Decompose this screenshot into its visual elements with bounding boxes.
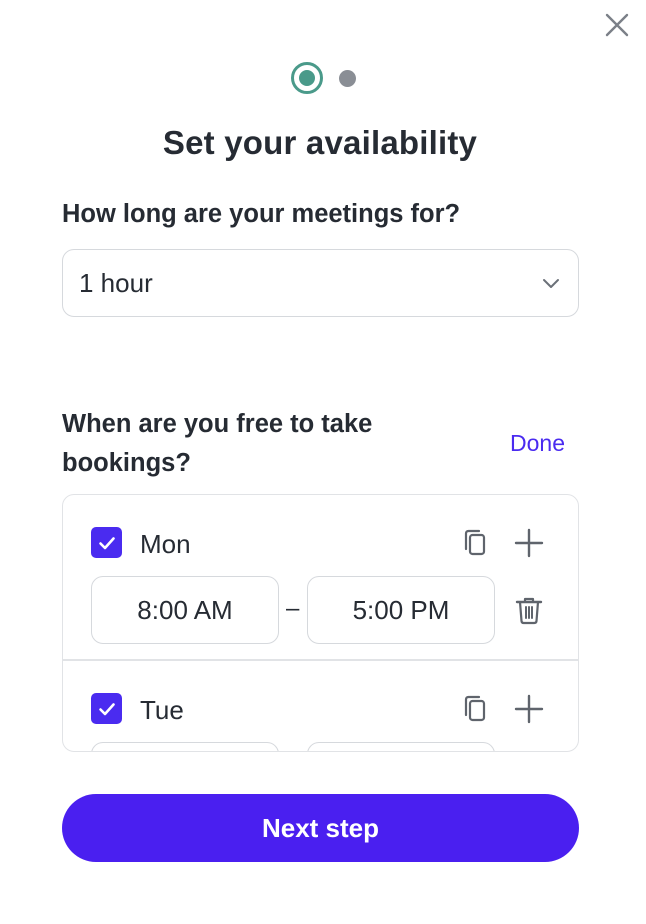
done-link[interactable]: Done [510, 430, 565, 457]
check-icon [98, 536, 115, 549]
mon-checkbox[interactable] [91, 527, 122, 558]
day-name: Mon [140, 529, 191, 559]
add-time-button[interactable] [511, 691, 547, 727]
step-1-dot-active [290, 62, 323, 94]
duration-select[interactable]: 1 hour [62, 249, 579, 317]
step-2-dot [338, 69, 356, 87]
duration-value: 1 hour [79, 267, 153, 298]
copy-icon [464, 695, 486, 722]
day-divider [63, 659, 578, 661]
close-icon [605, 13, 629, 37]
copy-icon [464, 529, 486, 556]
copy-button[interactable] [457, 525, 493, 561]
delete-time-button[interactable] [511, 592, 547, 628]
schedule-list[interactable]: Mon 8:00 AM – 5:00 PM Tue [62, 494, 579, 752]
plus-icon [514, 528, 544, 558]
plus-icon [514, 694, 544, 724]
dialog-title: Set your availability [162, 124, 478, 161]
tue-end-time[interactable] [307, 742, 495, 751]
availability-question: When are you free to take bookings? [62, 410, 373, 477]
duration-question: How long are your meetings for? [62, 200, 461, 228]
chevron-down-icon [543, 279, 559, 288]
day-name: Tue [140, 695, 184, 725]
close-button[interactable] [600, 8, 634, 42]
mon-start-time[interactable]: 8:00 AM [91, 576, 279, 644]
step-indicator [0, 62, 646, 94]
mon-end-time[interactable]: 5:00 PM [307, 576, 495, 644]
check-icon [98, 702, 115, 715]
time-separator: – [286, 595, 300, 622]
copy-button[interactable] [457, 691, 493, 727]
tue-start-time[interactable] [91, 742, 279, 751]
add-time-button[interactable] [511, 525, 547, 561]
tue-checkbox[interactable] [91, 693, 122, 724]
next-step-button[interactable]: Next step [62, 794, 579, 862]
trash-icon [515, 597, 543, 625]
